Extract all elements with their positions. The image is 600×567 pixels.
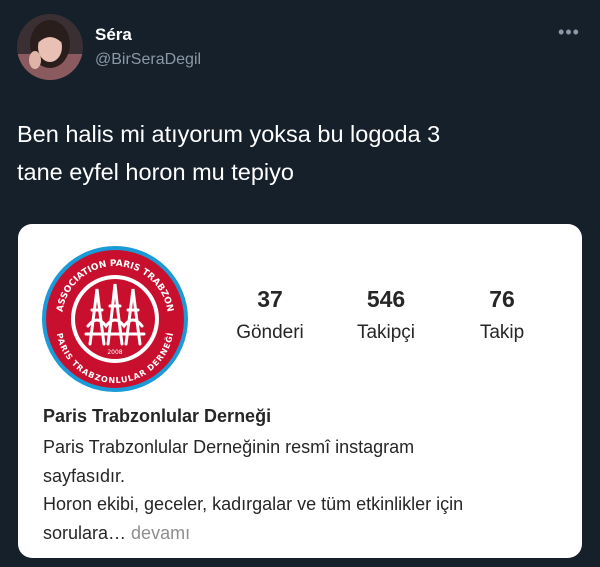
stat-value: 76 <box>489 286 515 312</box>
bio-line: Paris Trabzonlular Derneğinin resmî inst… <box>43 437 415 457</box>
stat-label: Takipçi <box>356 322 416 343</box>
stat-posts[interactable]: 37 Gönderi <box>220 286 320 344</box>
user-handle[interactable]: @BirSeraDegil <box>95 51 201 69</box>
tweet-text-line: tane eyfel horon mu tepiyo <box>17 159 294 185</box>
bio-line: Horon ekibi, geceler, kadırgalar ve tüm … <box>43 494 464 514</box>
stat-followers[interactable]: 546 Takipçi <box>336 286 436 344</box>
bio-line-text: sorulara… <box>43 522 127 543</box>
stat-value: 37 <box>257 286 283 312</box>
svg-text:2008: 2008 <box>107 349 122 356</box>
stat-value: 546 <box>366 286 406 312</box>
tweet-text-line: Ben halis mi atıyorum yoksa bu logoda 3 <box>17 121 441 147</box>
stat-label: Takip <box>479 322 525 343</box>
profile-name: Paris Trabzonlular Derneği <box>43 406 272 426</box>
bio-line: sorulara… devamı <box>43 519 563 548</box>
more-link[interactable]: devamı <box>131 523 190 543</box>
profile-bio: Paris Trabzonlular Derneğinin resmî inst… <box>43 433 563 547</box>
association-logo: ASSOCIATION PARIS TRABZON PARIS TRABZONL… <box>40 244 190 394</box>
stat-following[interactable]: 76 Takip <box>452 286 552 344</box>
avatar[interactable] <box>17 14 83 80</box>
bio-line: sayfasıdır. <box>43 465 126 486</box>
stat-label: Gönderi <box>236 322 304 343</box>
tweet-text: Ben halis mi atıyorum yoksa bu logoda 3 … <box>17 115 583 191</box>
more-dots-icon[interactable]: ••• <box>554 23 584 41</box>
embedded-profile-screenshot[interactable]: ASSOCIATION PARIS TRABZON PARIS TRABZONL… <box>18 224 582 558</box>
display-name[interactable]: Séra <box>95 25 132 45</box>
